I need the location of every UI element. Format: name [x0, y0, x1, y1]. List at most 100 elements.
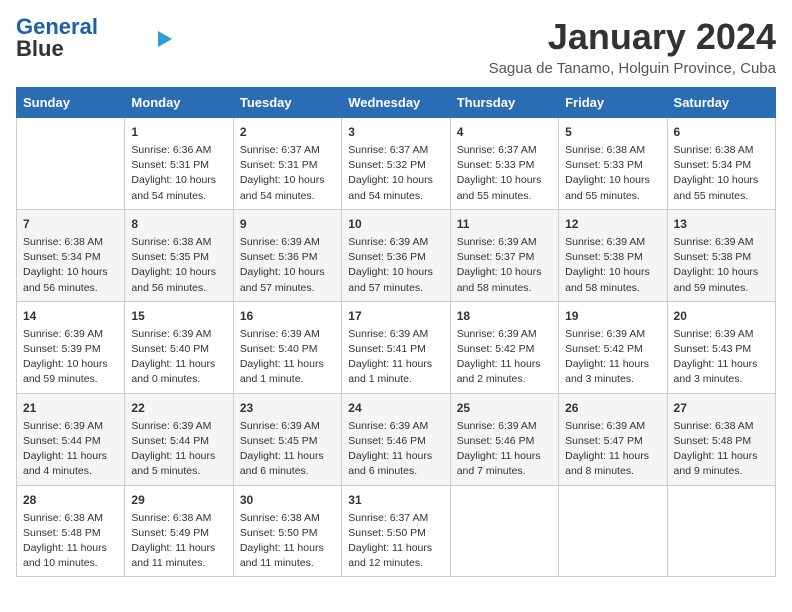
- day-header-saturday: Saturday: [667, 88, 775, 118]
- day-number: 15: [131, 307, 226, 325]
- calendar-cell: 18 Sunrise: 6:39 AMSunset: 5:42 PMDayligh…: [450, 301, 558, 393]
- cell-sun-info: Sunrise: 6:39 AMSunset: 5:39 PMDaylight:…: [23, 327, 118, 388]
- cell-sun-info: Sunrise: 6:39 AMSunset: 5:36 PMDaylight:…: [348, 235, 443, 296]
- calendar-cell: 17 Sunrise: 6:39 AMSunset: 5:41 PMDayligh…: [342, 301, 450, 393]
- cell-sun-info: Sunrise: 6:39 AMSunset: 5:38 PMDaylight:…: [565, 235, 660, 296]
- cell-sun-info: Sunrise: 6:38 AMSunset: 5:33 PMDaylight:…: [565, 143, 660, 204]
- day-number: 7: [23, 215, 118, 233]
- calendar-cell: 9Sunrise: 6:39 AMSunset: 5:36 PMDaylight…: [233, 209, 341, 301]
- day-number: 1: [131, 123, 226, 141]
- calendar-cell: 7 Sunrise: 6:38 AMSunset: 5:34 PMDaylight…: [17, 209, 125, 301]
- day-number: 27: [674, 399, 769, 417]
- day-number: 12: [565, 215, 660, 233]
- day-number: 2: [240, 123, 335, 141]
- calendar-cell: 27Sunrise: 6:38 AMSunset: 5:48 PMDayligh…: [667, 393, 775, 485]
- day-header-monday: Monday: [125, 88, 233, 118]
- calendar-cell: [667, 485, 775, 577]
- cell-sun-info: Sunrise: 6:37 AMSunset: 5:33 PMDaylight:…: [457, 143, 552, 204]
- cell-sun-info: Sunrise: 6:38 AMSunset: 5:34 PMDaylight:…: [674, 143, 769, 204]
- calendar-cell: 29 Sunrise: 6:38 AMSunset: 5:49 PMDayligh…: [125, 485, 233, 577]
- day-number: 9: [240, 215, 335, 233]
- day-number: 24: [348, 399, 443, 417]
- day-header-tuesday: Tuesday: [233, 88, 341, 118]
- cell-sun-info: Sunrise: 6:39 AMSunset: 5:47 PMDaylight:…: [565, 419, 660, 480]
- day-number: 4: [457, 123, 552, 141]
- logo-arrow-icon: [158, 31, 172, 47]
- day-number: 20: [674, 307, 769, 325]
- title-area: January 2024 Sagua de Tanamo, Holguin Pr…: [489, 16, 776, 77]
- calendar-cell: 3 Sunrise: 6:37 AMSunset: 5:32 PMDaylight…: [342, 118, 450, 210]
- cell-sun-info: Sunrise: 6:38 AMSunset: 5:49 PMDaylight:…: [131, 511, 226, 572]
- calendar-cell: 26 Sunrise: 6:39 AMSunset: 5:47 PMDayligh…: [559, 393, 667, 485]
- cell-sun-info: Sunrise: 6:38 AMSunset: 5:48 PMDaylight:…: [23, 511, 118, 572]
- cell-sun-info: Sunrise: 6:38 AMSunset: 5:34 PMDaylight:…: [23, 235, 118, 296]
- week-row-4: 21 Sunrise: 6:39 AMSunset: 5:44 PMDayligh…: [17, 393, 776, 485]
- calendar-cell: 4 Sunrise: 6:37 AMSunset: 5:33 PMDaylight…: [450, 118, 558, 210]
- day-number: 6: [674, 123, 769, 141]
- cell-sun-info: Sunrise: 6:39 AMSunset: 5:46 PMDaylight:…: [457, 419, 552, 480]
- week-row-1: 1 Sunrise: 6:36 AMSunset: 5:31 PMDaylight…: [17, 118, 776, 210]
- calendar-cell: 6 Sunrise: 6:38 AMSunset: 5:34 PMDaylight…: [667, 118, 775, 210]
- day-number: 21: [23, 399, 118, 417]
- day-number: 30: [240, 491, 335, 509]
- calendar-cell: 12 Sunrise: 6:39 AMSunset: 5:38 PMDayligh…: [559, 209, 667, 301]
- day-number: 29: [131, 491, 226, 509]
- cell-sun-info: Sunrise: 6:36 AMSunset: 5:31 PMDaylight:…: [131, 143, 226, 204]
- day-number: 13: [674, 215, 769, 233]
- header: GeneralBlue January 2024 Sagua de Tanamo…: [16, 16, 776, 77]
- calendar-cell: 15 Sunrise: 6:39 AMSunset: 5:40 PMDayligh…: [125, 301, 233, 393]
- calendar-cell: 11Sunrise: 6:39 AMSunset: 5:37 PMDayligh…: [450, 209, 558, 301]
- calendar-cell: 28Sunrise: 6:38 AMSunset: 5:48 PMDayligh…: [17, 485, 125, 577]
- week-row-3: 14 Sunrise: 6:39 AMSunset: 5:39 PMDayligh…: [17, 301, 776, 393]
- calendar-cell: 23Sunrise: 6:39 AMSunset: 5:45 PMDayligh…: [233, 393, 341, 485]
- cell-sun-info: Sunrise: 6:39 AMSunset: 5:40 PMDaylight:…: [131, 327, 226, 388]
- cell-sun-info: Sunrise: 6:37 AMSunset: 5:50 PMDaylight:…: [348, 511, 443, 572]
- calendar-cell: 24 Sunrise: 6:39 AMSunset: 5:46 PMDayligh…: [342, 393, 450, 485]
- cell-sun-info: Sunrise: 6:39 AMSunset: 5:46 PMDaylight:…: [348, 419, 443, 480]
- calendar-cell: [450, 485, 558, 577]
- day-number: 26: [565, 399, 660, 417]
- cell-sun-info: Sunrise: 6:39 AMSunset: 5:41 PMDaylight:…: [348, 327, 443, 388]
- cell-sun-info: Sunrise: 6:38 AMSunset: 5:35 PMDaylight:…: [131, 235, 226, 296]
- cell-sun-info: Sunrise: 6:39 AMSunset: 5:44 PMDaylight:…: [131, 419, 226, 480]
- week-row-5: 28Sunrise: 6:38 AMSunset: 5:48 PMDayligh…: [17, 485, 776, 577]
- day-header-sunday: Sunday: [17, 88, 125, 118]
- calendar-cell: 21 Sunrise: 6:39 AMSunset: 5:44 PMDayligh…: [17, 393, 125, 485]
- calendar-cell: 30Sunrise: 6:38 AMSunset: 5:50 PMDayligh…: [233, 485, 341, 577]
- calendar-cell: [559, 485, 667, 577]
- calendar-cell: 19 Sunrise: 6:39 AMSunset: 5:42 PMDayligh…: [559, 301, 667, 393]
- calendar-cell: 31Sunrise: 6:37 AMSunset: 5:50 PMDayligh…: [342, 485, 450, 577]
- month-title: January 2024: [489, 16, 776, 58]
- cell-sun-info: Sunrise: 6:39 AMSunset: 5:43 PMDaylight:…: [674, 327, 769, 388]
- calendar-cell: 5 Sunrise: 6:38 AMSunset: 5:33 PMDaylight…: [559, 118, 667, 210]
- calendar-cell: [17, 118, 125, 210]
- calendar-table: SundayMondayTuesdayWednesdayThursdayFrid…: [16, 87, 776, 577]
- day-number: 18: [457, 307, 552, 325]
- calendar-cell: 10 Sunrise: 6:39 AMSunset: 5:36 PMDayligh…: [342, 209, 450, 301]
- logo-text: GeneralBlue: [16, 16, 98, 60]
- days-header-row: SundayMondayTuesdayWednesdayThursdayFrid…: [17, 88, 776, 118]
- day-number: 8: [131, 215, 226, 233]
- week-row-2: 7 Sunrise: 6:38 AMSunset: 5:34 PMDaylight…: [17, 209, 776, 301]
- day-number: 5: [565, 123, 660, 141]
- cell-sun-info: Sunrise: 6:39 AMSunset: 5:42 PMDaylight:…: [565, 327, 660, 388]
- cell-sun-info: Sunrise: 6:39 AMSunset: 5:37 PMDaylight:…: [457, 235, 552, 296]
- day-number: 22: [131, 399, 226, 417]
- cell-sun-info: Sunrise: 6:37 AMSunset: 5:32 PMDaylight:…: [348, 143, 443, 204]
- day-number: 3: [348, 123, 443, 141]
- cell-sun-info: Sunrise: 6:39 AMSunset: 5:42 PMDaylight:…: [457, 327, 552, 388]
- cell-sun-info: Sunrise: 6:39 AMSunset: 5:44 PMDaylight:…: [23, 419, 118, 480]
- day-number: 14: [23, 307, 118, 325]
- day-number: 25: [457, 399, 552, 417]
- day-number: 10: [348, 215, 443, 233]
- day-number: 19: [565, 307, 660, 325]
- day-header-wednesday: Wednesday: [342, 88, 450, 118]
- calendar-cell: 22 Sunrise: 6:39 AMSunset: 5:44 PMDayligh…: [125, 393, 233, 485]
- day-number: 16: [240, 307, 335, 325]
- calendar-cell: 25 Sunrise: 6:39 AMSunset: 5:46 PMDayligh…: [450, 393, 558, 485]
- calendar-cell: 16Sunrise: 6:39 AMSunset: 5:40 PMDayligh…: [233, 301, 341, 393]
- calendar-cell: 8 Sunrise: 6:38 AMSunset: 5:35 PMDaylight…: [125, 209, 233, 301]
- cell-sun-info: Sunrise: 6:39 AMSunset: 5:38 PMDaylight:…: [674, 235, 769, 296]
- cell-sun-info: Sunrise: 6:37 AMSunset: 5:31 PMDaylight:…: [240, 143, 335, 204]
- day-number: 17: [348, 307, 443, 325]
